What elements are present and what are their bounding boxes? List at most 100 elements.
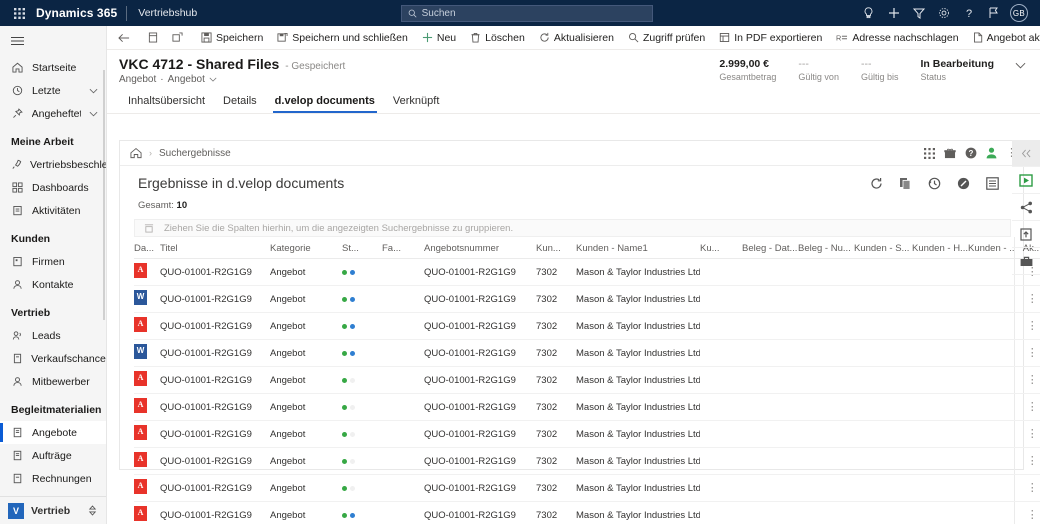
cell-dokument[interactable]	[134, 474, 160, 502]
sidebar-item-firmen[interactable]: Firmen	[0, 250, 106, 273]
cell-aktionen[interactable]: ⋮	[1013, 474, 1040, 502]
avatar[interactable]: GB	[1010, 4, 1028, 22]
updown-icon[interactable]	[88, 505, 97, 516]
address-lookup-button[interactable]: R Adresse nachschlagen	[829, 26, 965, 50]
col-header-angebotsnummer[interactable]: Angebotsnummer	[424, 237, 536, 259]
lightbulb-icon[interactable]	[856, 0, 881, 26]
col-header-dokument[interactable]: Da...	[134, 237, 160, 259]
edit-circle-icon[interactable]	[957, 177, 970, 190]
more-vertical-icon[interactable]: ⋮	[1027, 509, 1038, 521]
cell-dokument[interactable]	[134, 501, 160, 524]
sidebar-item-rechnungen[interactable]: Rechnungen	[0, 467, 106, 490]
tab-dvelop-documents[interactable]: d.velop documents	[266, 92, 384, 113]
cell-aktionen[interactable]: ⋮	[1013, 285, 1040, 313]
share-button[interactable]	[1012, 194, 1040, 221]
sidebar-item-mitbewerber[interactable]: Mitbewerber	[0, 370, 106, 393]
apps-grid-icon[interactable]	[924, 147, 935, 159]
sidebar-item-aktivitaeten[interactable]: Aktivitäten	[0, 199, 106, 222]
gift-icon[interactable]	[944, 148, 956, 159]
copy-icon[interactable]	[899, 177, 912, 190]
cell-dokument[interactable]	[134, 420, 160, 448]
check-access-button[interactable]: Zugriff prüfen	[621, 26, 712, 50]
sidebar-item-angebote[interactable]: Angebote	[0, 421, 106, 444]
plus-icon[interactable]	[881, 0, 906, 26]
export-button[interactable]	[1012, 167, 1040, 194]
col-header-beleg-nummer[interactable]: Beleg - Nu...	[798, 237, 854, 259]
sidebar-item-produkte[interactable]: Produkte	[0, 490, 106, 497]
table-row[interactable]: QUO-01001-R2G1G9AngebotQUO-01001-R2G1G97…	[134, 501, 1040, 524]
cell-aktionen[interactable]: ⋮	[1013, 420, 1040, 448]
more-vertical-icon[interactable]: ⋮	[1027, 455, 1038, 467]
home-icon[interactable]	[130, 147, 142, 159]
new-button[interactable]: Neu	[415, 26, 463, 50]
col-header-kunden-s[interactable]: Kunden - S...	[854, 237, 912, 259]
refresh-button[interactable]: Aktualisieren	[532, 26, 621, 50]
sidebar-item-auftraege[interactable]: Aufträge	[0, 444, 106, 467]
col-header-kategorie[interactable]: Kategorie	[270, 237, 342, 259]
col-header-favorit[interactable]: Fa...	[382, 237, 424, 259]
table-row[interactable]: QUO-01001-R2G1G9AngebotQUO-01001-R2G1G97…	[134, 474, 1040, 502]
search-input[interactable]: Suchen	[400, 4, 653, 22]
archive-button[interactable]	[1012, 248, 1040, 275]
table-row[interactable]: QUO-01001-R2G1G9AngebotQUO-01001-R2G1G97…	[134, 366, 1040, 394]
tab-details[interactable]: Details	[214, 92, 266, 113]
form-selector-button[interactable]	[141, 26, 165, 50]
hamburger-icon[interactable]	[0, 26, 106, 56]
table-row[interactable]: QUO-01001-R2G1G9AngebotQUO-01001-R2G1G97…	[134, 258, 1040, 286]
history-icon[interactable]	[928, 177, 941, 190]
question-icon[interactable]: ?	[956, 0, 981, 26]
more-vertical-icon[interactable]: ⋮	[1027, 482, 1038, 494]
gear-icon[interactable]	[931, 0, 956, 26]
cell-dokument[interactable]	[134, 447, 160, 475]
col-header-kunden-x[interactable]: Kunden - ...	[968, 237, 1014, 259]
user-green-icon[interactable]	[986, 147, 997, 159]
brand-title[interactable]: Dynamics 365	[32, 6, 126, 20]
activate-quote-button[interactable]: Angebot aktivieren	[966, 26, 1040, 50]
table-row[interactable]: QUO-01001-R2G1G9AngebotQUO-01001-R2G1G97…	[134, 393, 1040, 421]
col-header-beleg-datum[interactable]: Beleg - Dat...	[742, 237, 798, 259]
upload-button[interactable]	[1012, 221, 1040, 248]
export-pdf-button[interactable]: In PDF exportieren	[712, 26, 829, 50]
header-expand-button[interactable]	[1005, 58, 1032, 69]
cell-dokument[interactable]	[134, 339, 160, 367]
cell-aktionen[interactable]: ⋮	[1013, 366, 1040, 394]
more-vertical-icon[interactable]: ⋮	[1027, 347, 1038, 359]
cell-dokument[interactable]	[134, 393, 160, 421]
save-button[interactable]: Speichern	[194, 26, 270, 50]
sidebar-item-dashboards[interactable]: Dashboards	[0, 176, 106, 199]
group-by-dropzone[interactable]: Ziehen Sie die Spalten hierhin, um die a…	[134, 219, 1011, 237]
collapse-panel-button[interactable]	[1012, 140, 1040, 167]
sidebar-item-leads[interactable]: Leads	[0, 324, 106, 347]
more-vertical-icon[interactable]: ⋮	[1027, 401, 1038, 413]
more-vertical-icon[interactable]: ⋮	[1027, 428, 1038, 440]
col-header-kunden-2[interactable]: Ku...	[700, 237, 742, 259]
tab-verknuepft[interactable]: Verknüpft	[384, 92, 448, 113]
cell-aktionen[interactable]: ⋮	[1013, 393, 1040, 421]
waffle-grid-icon[interactable]	[6, 7, 32, 19]
col-header-titel[interactable]: Titel	[160, 237, 270, 259]
table-row[interactable]: QUO-01001-R2G1G9AngebotQUO-01001-R2G1G97…	[134, 339, 1040, 367]
list-view-icon[interactable]	[986, 176, 999, 190]
more-vertical-icon[interactable]: ⋮	[1027, 320, 1038, 332]
cell-dokument[interactable]	[134, 258, 160, 286]
col-header-kundennummer[interactable]: Kun...	[536, 237, 576, 259]
sidebar-item-letzte[interactable]: Letzte	[0, 79, 106, 102]
back-button[interactable]	[111, 26, 137, 50]
cell-dokument[interactable]	[134, 366, 160, 394]
chevron-down-icon[interactable]	[89, 88, 98, 94]
sidebar-item-angeheftet[interactable]: Angeheftet	[0, 102, 106, 125]
cell-aktionen[interactable]: ⋮	[1013, 501, 1040, 524]
sidebar-item-kontakte[interactable]: Kontakte	[0, 273, 106, 296]
sidebar-item-startseite[interactable]: Startseite	[0, 56, 106, 79]
col-header-status[interactable]: St...	[342, 237, 382, 259]
area-switcher[interactable]: V Vertrieb	[0, 496, 106, 524]
cell-dokument[interactable]	[134, 312, 160, 340]
cell-aktionen[interactable]: ⋮	[1013, 447, 1040, 475]
feedback-icon[interactable]	[981, 0, 1006, 26]
more-vertical-icon[interactable]: ⋮	[1027, 293, 1038, 305]
filter-icon[interactable]	[906, 0, 931, 26]
delete-button[interactable]: Löschen	[463, 26, 532, 50]
table-row[interactable]: QUO-01001-R2G1G9AngebotQUO-01001-R2G1G97…	[134, 285, 1040, 313]
cell-aktionen[interactable]: ⋮	[1013, 312, 1040, 340]
save-and-close-button[interactable]: Speichern und schließen	[270, 26, 415, 50]
